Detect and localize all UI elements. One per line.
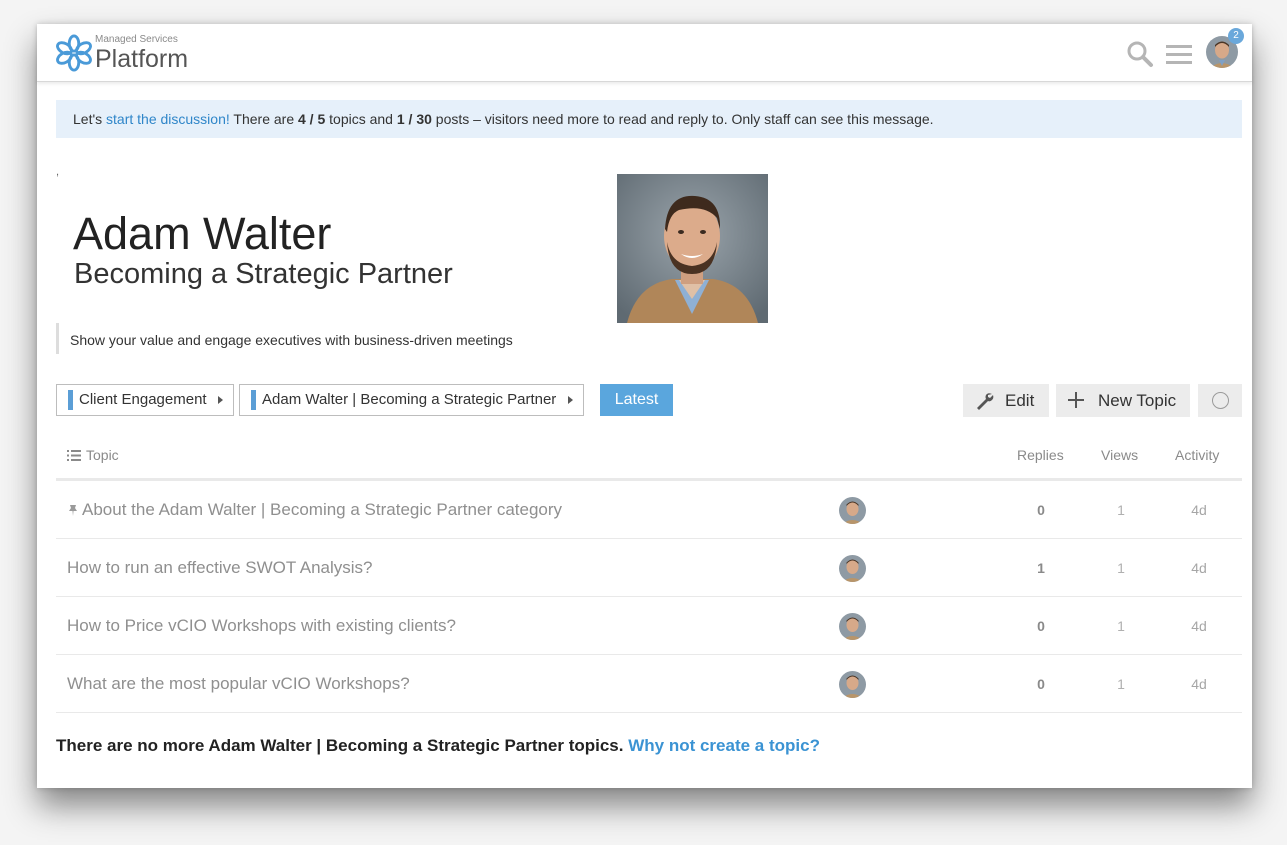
portrait-image [617,174,768,323]
topic-title[interactable]: How to run an effective SWOT Analysis? [67,539,373,597]
category-title: Adam Walter [73,208,332,259]
posts-count: 1 / 30 [396,111,432,127]
table-row[interactable]: How to Price vCIO Workshops with existin… [56,597,1242,655]
notice-text-2: topics and [325,111,397,127]
edit-category-button[interactable]: Edit [963,384,1049,417]
notice-text-3: posts – visitors need more to read and r… [431,111,934,127]
breadcrumb-client-engagement[interactable]: Client Engagement [56,384,234,416]
view-count: 1 [1117,676,1125,692]
avatar-portrait-icon [839,497,866,524]
topic-title[interactable]: How to Price vCIO Workshops with existin… [67,597,456,655]
browser-window: Managed Services Platform 2 Let's start … [37,24,1252,788]
activity-time[interactable]: 4d [1179,539,1219,597]
category-photo [617,174,768,323]
breadcrumb-subcategory[interactable]: Adam Walter | Becoming a Strategic Partn… [239,384,584,416]
column-header-views[interactable]: Views [1101,447,1138,463]
notification-badge[interactable]: 2 [1228,28,1244,44]
hamburger-menu-icon[interactable] [1166,42,1192,66]
latest-tab[interactable]: Latest [600,384,673,416]
pin-icon [69,505,77,516]
topic-title-link[interactable]: About the Adam Walter | Becoming a Strat… [67,481,562,539]
poster-avatar[interactable] [839,613,866,640]
circle-outline-icon [1212,392,1229,409]
view-count: 1 [1117,618,1125,634]
table-row[interactable]: How to run an effective SWOT Analysis? 1… [56,539,1242,597]
activity-time[interactable]: 4d [1179,597,1219,655]
plus-icon [1068,392,1084,408]
asterisk-logo-icon [56,34,92,72]
reply-count: 1 [1037,560,1045,576]
notice-text-1: There are [229,111,298,127]
topic-title[interactable]: What are the most popular vCIO Workshops… [67,655,410,713]
header-icons: 2 [1118,28,1244,70]
search-icon[interactable] [1126,40,1154,68]
table-row[interactable]: About the Adam Walter | Becoming a Strat… [56,481,1242,539]
topics-count: 4 / 5 [298,111,326,127]
category-subtitle: Becoming a Strategic Partner [74,258,453,290]
breadcrumb-label: Client Engagement [79,391,207,408]
avatar-portrait-icon [839,555,866,582]
reply-count: 0 [1037,618,1045,634]
view-count: 1 [1117,560,1125,576]
edit-label: Edit [1005,391,1035,410]
table-row[interactable]: What are the most popular vCIO Workshops… [56,655,1242,713]
view-count: 1 [1117,502,1125,518]
stray-mark: , [56,166,60,178]
no-more-topics-text: There are no more Adam Walter | Becoming… [56,736,629,755]
logo-subtitle: Managed Services [95,34,178,45]
new-topic-button[interactable]: New Topic [1056,384,1190,417]
start-discussion-link[interactable]: start the discussion! [106,111,230,127]
column-header-topic[interactable]: Topic [67,447,119,463]
staff-notice-banner: Let's start the discussion! There are 4 … [56,100,1242,138]
caret-right-icon [218,396,223,404]
activity-time[interactable]: 4d [1179,481,1219,539]
list-icon [67,450,81,461]
avatar-portrait-icon [839,613,866,640]
notification-level-button[interactable] [1198,384,1242,417]
site-header: Managed Services Platform 2 [37,24,1252,82]
reply-count: 0 [1037,676,1045,692]
create-topic-link[interactable]: Why not create a topic? [628,736,820,755]
new-topic-label: New Topic [1098,391,1177,410]
notice-prefix: Let's [73,111,107,127]
category-description: Show your value and engage executives wi… [56,323,513,354]
breadcrumb-label: Adam Walter | Becoming a Strategic Partn… [262,391,557,408]
category-color-bar [68,390,73,410]
activity-time[interactable]: 4d [1179,655,1219,713]
wrench-icon [977,393,994,410]
category-color-bar [251,390,256,410]
no-more-topics-message: There are no more Adam Walter | Becoming… [56,736,820,756]
poster-avatar[interactable] [839,671,866,698]
logo-title: Platform [95,45,189,73]
caret-right-icon [568,396,573,404]
topic-title: About the Adam Walter | Becoming a Strat… [82,500,563,519]
poster-avatar[interactable] [839,497,866,524]
reply-count: 0 [1037,502,1045,518]
avatar-portrait-icon [839,671,866,698]
column-header-activity[interactable]: Activity [1175,447,1219,463]
column-header-replies[interactable]: Replies [1017,447,1064,463]
poster-avatar[interactable] [839,555,866,582]
topic-header-label: Topic [86,447,119,463]
